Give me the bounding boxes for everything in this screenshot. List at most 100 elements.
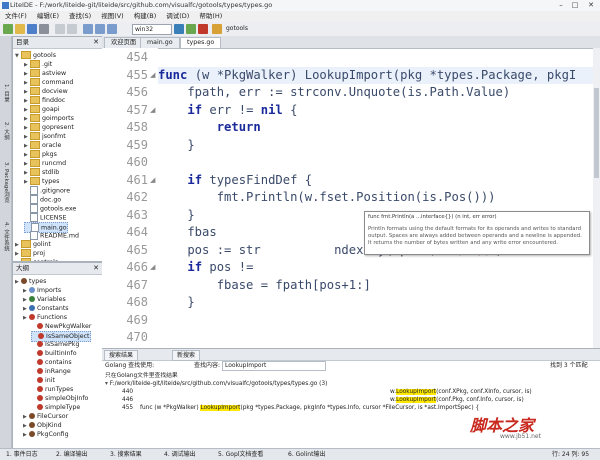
outline-item[interactable]: ▶ ObjKind — [23, 421, 62, 430]
tab-package-browser[interactable]: 3. Package浏览 — [1, 154, 10, 210]
menu-help[interactable]: 帮助(H) — [194, 11, 227, 22]
open-folder-icon[interactable] — [15, 24, 25, 34]
new-file-icon[interactable] — [3, 24, 13, 34]
target-label[interactable]: gotools — [226, 25, 248, 32]
outline-item[interactable]: IsSamePkg — [31, 340, 79, 349]
status-build-output[interactable]: 2. 编译输出 — [56, 449, 88, 460]
outline-item[interactable]: ▶ Variables — [23, 295, 66, 304]
outline-item[interactable]: ▶ Functions — [23, 313, 67, 322]
tab-outline[interactable]: 2. 大纲 — [1, 116, 10, 146]
status-event-log[interactable]: 1. 事件日志 — [6, 449, 38, 460]
menu-file[interactable]: 文件(F) — [0, 11, 32, 22]
tree-item[interactable]: ▶ golint — [15, 240, 51, 249]
result-file[interactable]: ▾ F:/work/liteide-git/liteide/src/github… — [105, 380, 600, 388]
outline-item[interactable]: ▶ types — [15, 277, 46, 286]
tree-item[interactable]: gotools.exe — [24, 204, 76, 213]
code-line[interactable]: return — [158, 120, 261, 134]
undo-icon[interactable] — [55, 24, 65, 34]
paste-icon[interactable] — [107, 24, 117, 34]
outline-item[interactable]: NewPkgWalker — [31, 322, 92, 331]
save-all-icon[interactable] — [39, 24, 49, 34]
code-line[interactable]: fbase = fpath[pos+1:] — [158, 278, 371, 292]
scrollbar-thumb[interactable] — [594, 88, 599, 178]
minimize-button[interactable]: – — [554, 0, 568, 10]
code-area[interactable]: func (w *PkgWalker) LookupImport(pkg *ty… — [158, 48, 598, 348]
outline-item[interactable]: ▶ PkgConfig — [23, 430, 69, 439]
tab-welcome[interactable]: 欢迎页面 — [104, 37, 144, 48]
tree-item[interactable]: ▶ jsonfmt — [24, 132, 66, 141]
status-debug-output[interactable]: 4. 调试输出 — [164, 449, 196, 460]
tree-item[interactable]: ▶ goimports — [24, 114, 74, 123]
outline-item[interactable]: simpleType — [31, 403, 80, 412]
maximize-button[interactable]: □ — [568, 0, 582, 10]
tab-file-system[interactable]: 4. 文件系统 — [1, 216, 10, 256]
code-line[interactable]: if pos != — [158, 260, 268, 274]
query-field[interactable]: LookupImport — [222, 361, 326, 371]
outline-item[interactable]: ▶ Constants — [23, 304, 69, 313]
close-button[interactable]: ✕ — [584, 0, 598, 10]
tree-item[interactable]: ▶ stdlib — [24, 168, 59, 177]
tree-item[interactable]: ▶ astview — [24, 69, 66, 78]
run-icon[interactable] — [186, 24, 196, 34]
outline-item[interactable]: runTypes — [31, 385, 73, 394]
code-line[interactable]: } — [158, 295, 194, 309]
code-line[interactable]: fmt.Println(w.fset.Position(is.Pos())) — [158, 190, 496, 204]
tree-item[interactable]: ▶ runcmd — [24, 159, 66, 168]
cut-icon[interactable] — [83, 24, 93, 34]
code-line[interactable]: if typesFindDef { — [158, 173, 312, 187]
fold-toggle-icon[interactable]: ◢ — [150, 71, 155, 79]
fold-toggle-icon[interactable]: ◢ — [150, 263, 155, 271]
outline-item[interactable]: init — [31, 376, 55, 385]
tree-item[interactable]: LICENSE — [24, 213, 66, 222]
tab-directory[interactable]: 1. 目录 — [1, 78, 10, 108]
code-line[interactable]: func (w *PkgWalker) LookupImport(pkg *ty… — [158, 68, 576, 82]
outline-item[interactable]: ▶ Imports — [23, 286, 61, 295]
menu-edit[interactable]: 编辑(E) — [32, 11, 64, 22]
result-row[interactable]: 440 w.LookupImport(conf.XPkg, conf.XInfo,… — [102, 388, 600, 396]
outline-item[interactable]: contains — [31, 358, 72, 367]
tree-item[interactable]: ▶ .git — [24, 60, 52, 69]
status-golint[interactable]: 6. Golint输出 — [288, 449, 325, 460]
status-godoc[interactable]: 5. Gopl文档查看 — [218, 449, 263, 460]
tree-item[interactable]: ▶ pkgs — [24, 150, 57, 159]
fold-toggle-icon[interactable]: ◢ — [150, 106, 155, 114]
menu-find[interactable]: 查找(S) — [64, 11, 96, 22]
code-line[interactable]: if err != nil { — [158, 103, 297, 117]
tree-item[interactable]: ▶ goapi — [24, 105, 59, 114]
env-select[interactable]: win32 — [132, 24, 172, 35]
result-row[interactable]: 455 func (w *PkgWalker) LookupImport(pkg … — [102, 404, 600, 412]
copy-icon[interactable] — [95, 24, 105, 34]
save-icon[interactable] — [27, 24, 37, 34]
outline-item[interactable]: simpleObjInfo — [31, 394, 88, 403]
tree-item[interactable]: ▶ gopresent — [24, 123, 74, 132]
menu-debug[interactable]: 调试(D) — [161, 11, 194, 22]
outline-item[interactable]: inRange — [31, 367, 71, 376]
result-row[interactable]: 446 w.LookupImport(conf.Pkg, conf.Info, c… — [102, 396, 600, 404]
menu-view[interactable]: 视图(V) — [96, 11, 129, 22]
tree-item[interactable]: doc.go — [24, 195, 61, 204]
tree-item[interactable]: .gitignore — [24, 186, 70, 195]
code-line[interactable]: fbas — [158, 225, 216, 239]
fold-toggle-icon[interactable]: ◢ — [150, 176, 155, 184]
panel-close-icon[interactable]: ✕ — [93, 263, 99, 274]
editor-scrollbar[interactable] — [593, 48, 600, 348]
tree-item[interactable]: ▶ oracle — [24, 141, 61, 150]
tree-item[interactable]: ▶ types — [24, 177, 59, 186]
tree-item[interactable]: ▼ gotools — [15, 51, 56, 60]
code-line[interactable]: fpath, err := strconv.Unquote(is.Path.Va… — [158, 85, 510, 99]
tree-item[interactable]: ▶ proj — [15, 249, 45, 258]
menu-build[interactable]: 构建(B) — [129, 11, 162, 22]
debug-icon[interactable] — [212, 24, 222, 34]
tree-item[interactable]: README.md — [24, 231, 79, 240]
code-line[interactable]: } — [158, 208, 194, 222]
tree-item[interactable]: ▶ docview — [24, 87, 68, 96]
tab-types-go[interactable]: types.go — [180, 37, 222, 48]
tree-item[interactable]: ▶ command — [24, 78, 73, 87]
redo-icon[interactable] — [67, 24, 77, 34]
code-line[interactable]: } — [158, 138, 194, 152]
outline-item[interactable]: ▶ FileCursor — [23, 412, 68, 421]
tab-main-go[interactable]: main.go — [140, 37, 180, 48]
tree-item[interactable]: ▶ finddoc — [24, 96, 65, 105]
build-icon[interactable] — [174, 24, 184, 34]
panel-close-icon[interactable]: ✕ — [93, 37, 99, 48]
